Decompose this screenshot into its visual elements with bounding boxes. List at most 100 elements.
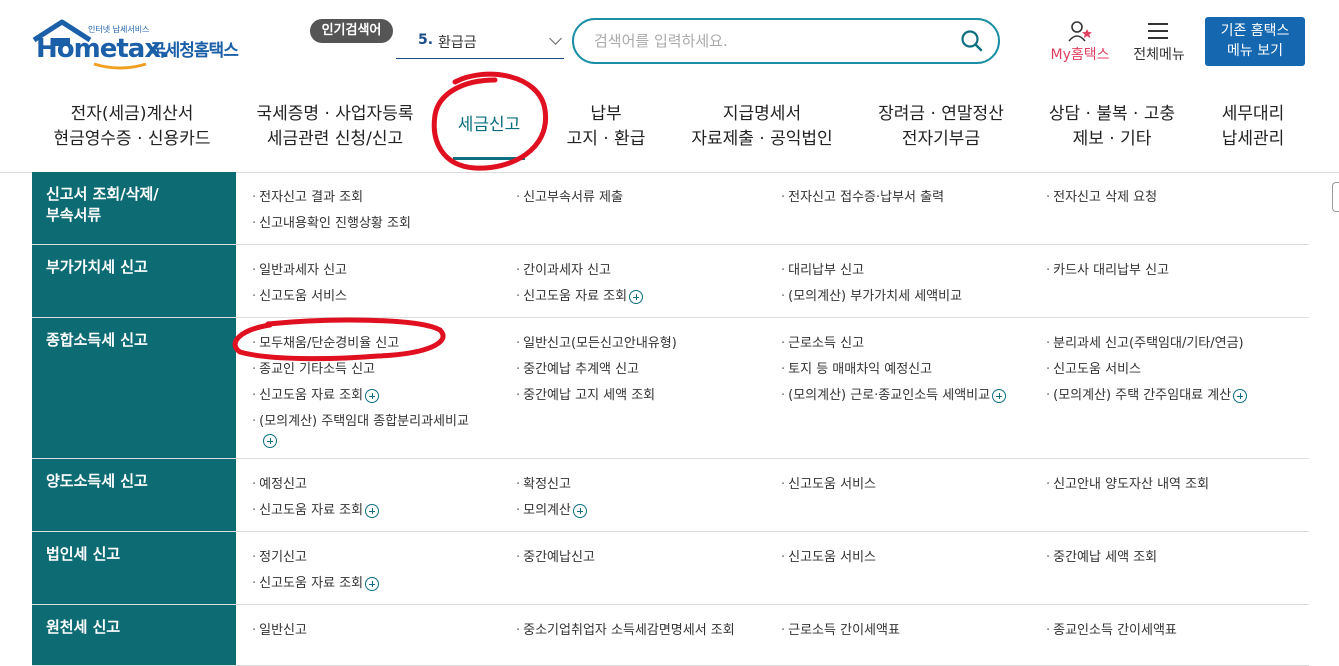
nav-tab-line: 전자기부금 <box>901 129 981 149</box>
plus-circle-icon[interactable] <box>263 434 277 448</box>
nav-tab-line: 지급명세서 <box>722 104 802 124</box>
menu-link-expandable[interactable]: 신고도움 자료 조회 <box>252 572 380 591</box>
menu-link-expandable[interactable]: (모의계산) 근로·종교인소득 세액비교 <box>781 384 1007 403</box>
user-star-icon <box>1068 21 1092 42</box>
menu-link[interactable]: 전자신고 접수증·납부서 출력 <box>781 186 944 205</box>
menu-link-label: 신고도움 자료 조회 <box>259 576 364 591</box>
menu-row-income-tax: 종합소득세 신고 모두채움/단순경비율 신고 일반신고(모든신고안내유형) 근로… <box>32 318 1309 459</box>
plus-circle-icon[interactable] <box>365 576 380 591</box>
popular-keyword: 환급금 <box>438 35 477 51</box>
side-scroll-tab[interactable] <box>1332 182 1339 212</box>
menu-link-expandable[interactable]: (모의계산) 주택 간주임대료 계산 <box>1046 384 1248 403</box>
menu-link[interactable]: 전자신고 삭제 요청 <box>1046 186 1157 205</box>
nav-tab-incentives[interactable]: 장려금 · 연말정산 전자기부금 <box>874 102 1008 152</box>
nav-tab-payment[interactable]: 납부 고지 · 환급 <box>560 102 652 152</box>
menu-link-label: 신고도움 자료 조회 <box>259 503 364 518</box>
nav-tab-tax-filing[interactable]: 세금신고 <box>449 113 529 138</box>
menu-link[interactable]: 종교인 기타소득 신고 <box>252 358 375 377</box>
all-menu-label: 전체메뉴 <box>1133 47 1185 63</box>
my-hometax-label: My홈택스 <box>1050 47 1110 63</box>
category-line: 신고서 조회/삭제/ <box>46 185 159 203</box>
popular-rank: 5. <box>418 32 434 48</box>
main-nav: 전자(세금)계산서 현금영수증 · 신용카드 국세증명 · 사업자등록 세금관련… <box>0 88 1339 173</box>
menu-link[interactable]: (모의계산) 부가가치세 세액비교 <box>781 285 962 304</box>
nav-tab-line: 납세관리 <box>1221 129 1285 149</box>
my-hometax-button[interactable]: My홈택스 <box>1045 20 1115 64</box>
menu-link[interactable]: 신고도움 서비스 <box>252 285 347 304</box>
menu-link[interactable]: 카드사 대리납부 신고 <box>1046 259 1169 278</box>
nav-tab-line: 현금영수증 · 신용카드 <box>53 129 211 149</box>
menu-link[interactable]: 일반과세자 신고 <box>252 259 347 278</box>
menu-link[interactable]: 중간예납 세액 조회 <box>1046 546 1157 565</box>
menu-category: 부가가치세 신고 <box>32 245 236 317</box>
menu-row-vat: 부가가치세 신고 일반과세자 신고 간이과세자 신고 대리납부 신고 카드사 대… <box>32 245 1309 318</box>
menu-link[interactable]: 중간예납 고지 세액 조회 <box>516 384 655 403</box>
menu-link[interactable]: 종교인소득 간이세액표 <box>1046 619 1177 638</box>
menu-link[interactable]: 중간예납신고 <box>516 546 595 565</box>
nav-tab-line: 세금신고 <box>457 115 521 135</box>
menu-link-label: (모의계산) 주택 간주임대료 계산 <box>1053 388 1232 403</box>
menu-link[interactable]: 정기신고 <box>252 546 307 565</box>
menu-link[interactable]: (모의계산) 주택임대 종합분리과세비교 <box>252 410 469 429</box>
plus-circle-icon[interactable] <box>572 503 587 518</box>
menu-link[interactable]: 근로소득 신고 <box>781 332 864 351</box>
hometax-logo[interactable]: 인터넷 납세서비스 Hometax. 국세청홈택스 <box>32 18 247 70</box>
plus-circle-icon[interactable] <box>365 388 380 403</box>
nav-tab-line: 세금관련 신청/신고 <box>266 129 404 149</box>
menu-link[interactable]: 신고도움 서비스 <box>781 473 876 492</box>
menu-link-expandable[interactable]: 신고도움 자료 조회 <box>252 499 380 518</box>
menu-category: 종합소득세 신고 <box>32 318 236 458</box>
menu-link[interactable]: 중소기업취업자 소득세감면명세서 조회 <box>516 619 735 638</box>
menu-link-expandable[interactable]: 신고도움 자료 조회 <box>252 384 380 403</box>
plus-circle-icon[interactable] <box>1233 388 1248 403</box>
nav-tab-line: 국세증명 · 사업자등록 <box>256 104 414 124</box>
logo-korean-name: 국세청홈택스 <box>150 41 239 61</box>
active-tab-indicator <box>453 157 525 160</box>
search-bar <box>572 18 1000 64</box>
popular-search-badge: 인기검색어 <box>310 19 393 43</box>
menu-link[interactable]: 근로소득 간이세액표 <box>781 619 900 638</box>
legacy-menu-line2: 메뉴 보기 <box>1227 43 1283 59</box>
menu-category: 법인세 신고 <box>32 532 236 604</box>
nav-tab-tax-agent[interactable]: 세무대리 납세관리 <box>1218 102 1288 152</box>
popular-keyword-select[interactable]: 5. 환급금 <box>396 26 564 59</box>
menu-link-expandable[interactable]: 모의계산 <box>516 499 587 518</box>
legacy-menu-button[interactable]: 기존 홈택스 메뉴 보기 <box>1205 17 1305 66</box>
nav-tab-line: 자료제출 · 공익법인 <box>691 129 833 149</box>
menu-link[interactable]: 전자신고 결과 조회 <box>252 186 363 205</box>
menu-row-filing-lookup: 신고서 조회/삭제/ 부속서류 전자신고 결과 조회 신고부속서류 제출 전자신… <box>32 172 1309 245</box>
nav-tab-e-invoice[interactable]: 전자(세금)계산서 현금영수증 · 신용카드 <box>52 102 212 152</box>
menu-link[interactable]: 일반신고 <box>252 619 307 638</box>
tax-filing-menu: 신고서 조회/삭제/ 부속서류 전자신고 결과 조회 신고부속서류 제출 전자신… <box>32 172 1309 666</box>
plus-circle-icon[interactable] <box>629 289 644 304</box>
menu-link-label: 모의계산 <box>523 503 571 518</box>
menu-link[interactable]: 분리과세 신고(주택임대/기타/연금) <box>1046 332 1243 351</box>
menu-link[interactable]: 예정신고 <box>252 473 307 492</box>
menu-link[interactable]: 토지 등 매매차익 예정신고 <box>781 358 932 377</box>
nav-tab-line: 고지 · 환급 <box>566 129 646 149</box>
nav-tab-statements[interactable]: 지급명세서 자료제출 · 공익법인 <box>688 102 836 152</box>
menu-link[interactable]: 신고부속서류 제출 <box>516 186 623 205</box>
menu-link-expandable[interactable]: 신고도움 자료 조회 <box>516 285 644 304</box>
menu-link[interactable]: 신고내용확인 진행상황 조회 <box>252 212 411 231</box>
nav-tab-line: 상담 · 불복 · 고충 <box>1048 104 1176 124</box>
menu-link[interactable]: 중간예납 추계액 신고 <box>516 358 639 377</box>
menu-link[interactable]: 일반신고(모든신고안내유형) <box>516 332 677 351</box>
nav-tab-consulting[interactable]: 상담 · 불복 · 고충 제보 · 기타 <box>1044 102 1180 152</box>
category-line: 부속서류 <box>46 206 102 224</box>
menu-link[interactable]: 신고도움 서비스 <box>781 546 876 565</box>
all-menu-button[interactable]: 전체메뉴 <box>1127 20 1191 64</box>
nav-tab-certificates[interactable]: 국세증명 · 사업자등록 세금관련 신청/신고 <box>252 102 418 152</box>
menu-link-simple-filing[interactable]: 모두채움/단순경비율 신고 <box>252 332 399 351</box>
menu-link[interactable]: 대리납부 신고 <box>781 259 864 278</box>
search-icon[interactable] <box>960 29 984 53</box>
chevron-down-icon <box>549 32 562 45</box>
menu-link[interactable]: 간이과세자 신고 <box>516 259 611 278</box>
plus-circle-icon[interactable] <box>365 503 380 518</box>
menu-link[interactable]: 신고도움 서비스 <box>1046 358 1141 377</box>
nav-tab-line: 제보 · 기타 <box>1072 129 1152 149</box>
menu-link[interactable]: 신고안내 양도자산 내역 조회 <box>1046 473 1209 492</box>
search-input[interactable] <box>592 28 946 54</box>
menu-link[interactable]: 확정신고 <box>516 473 571 492</box>
plus-circle-icon[interactable] <box>992 388 1007 403</box>
